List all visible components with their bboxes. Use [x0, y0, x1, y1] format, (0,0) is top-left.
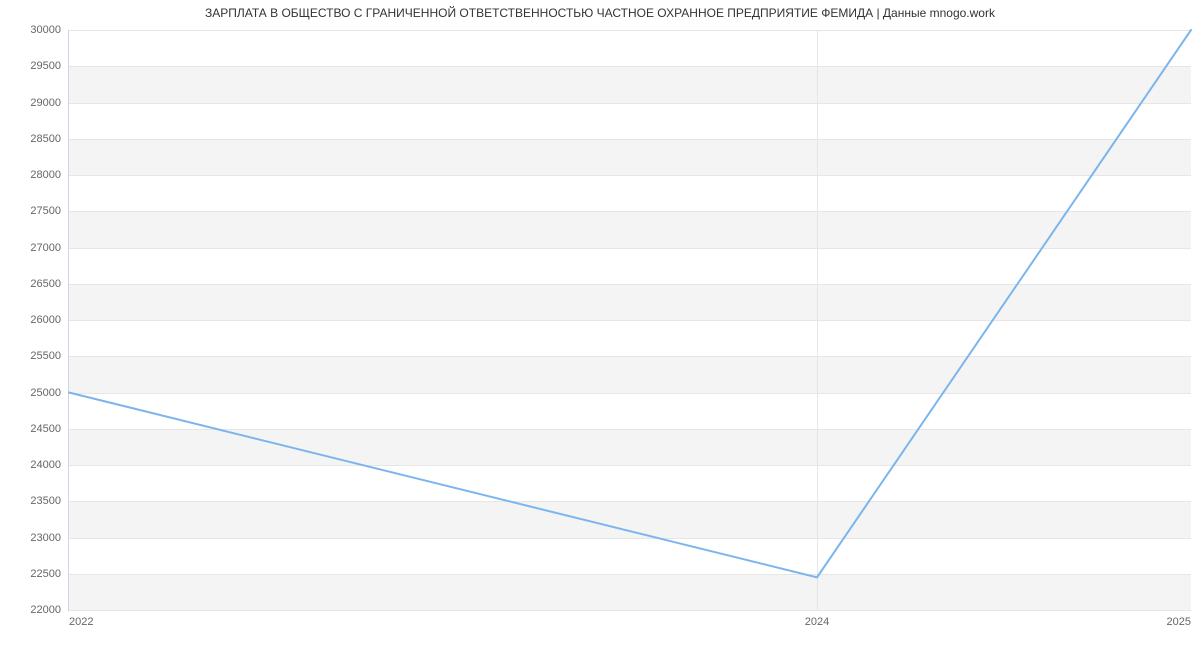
- y-tick-label: 27000: [30, 242, 61, 254]
- y-tick-label: 24500: [30, 423, 61, 435]
- y-tick-label: 23000: [30, 532, 61, 544]
- y-tick-label: 29500: [30, 60, 61, 72]
- y-tick-label: 26000: [30, 314, 61, 326]
- line-series: [69, 30, 1191, 610]
- x-tick-label: 2025: [1167, 616, 1191, 628]
- plot-area: 2200022500230002350024000245002500025500…: [68, 30, 1191, 611]
- y-tick-label: 25500: [30, 350, 61, 362]
- y-tick-label: 25000: [30, 387, 61, 399]
- y-tick-label: 28500: [30, 133, 61, 145]
- y-tick-label: 24000: [30, 459, 61, 471]
- y-tick-label: 23500: [30, 495, 61, 507]
- chart-container: ЗАРПЛАТА В ОБЩЕСТВО С ГРАНИЧЕННОЙ ОТВЕТС…: [0, 0, 1200, 650]
- x-tick-label: 2022: [69, 616, 93, 628]
- y-tick-label: 30000: [30, 24, 61, 36]
- y-tick-label: 27500: [30, 205, 61, 217]
- y-tick-label: 29000: [30, 97, 61, 109]
- y-gridline: [69, 610, 1191, 611]
- y-tick-label: 22500: [30, 568, 61, 580]
- y-tick-label: 22000: [30, 604, 61, 616]
- y-tick-label: 26500: [30, 278, 61, 290]
- y-tick-label: 28000: [30, 169, 61, 181]
- chart-title: ЗАРПЛАТА В ОБЩЕСТВО С ГРАНИЧЕННОЙ ОТВЕТС…: [0, 6, 1200, 20]
- x-tick-label: 2024: [805, 616, 829, 628]
